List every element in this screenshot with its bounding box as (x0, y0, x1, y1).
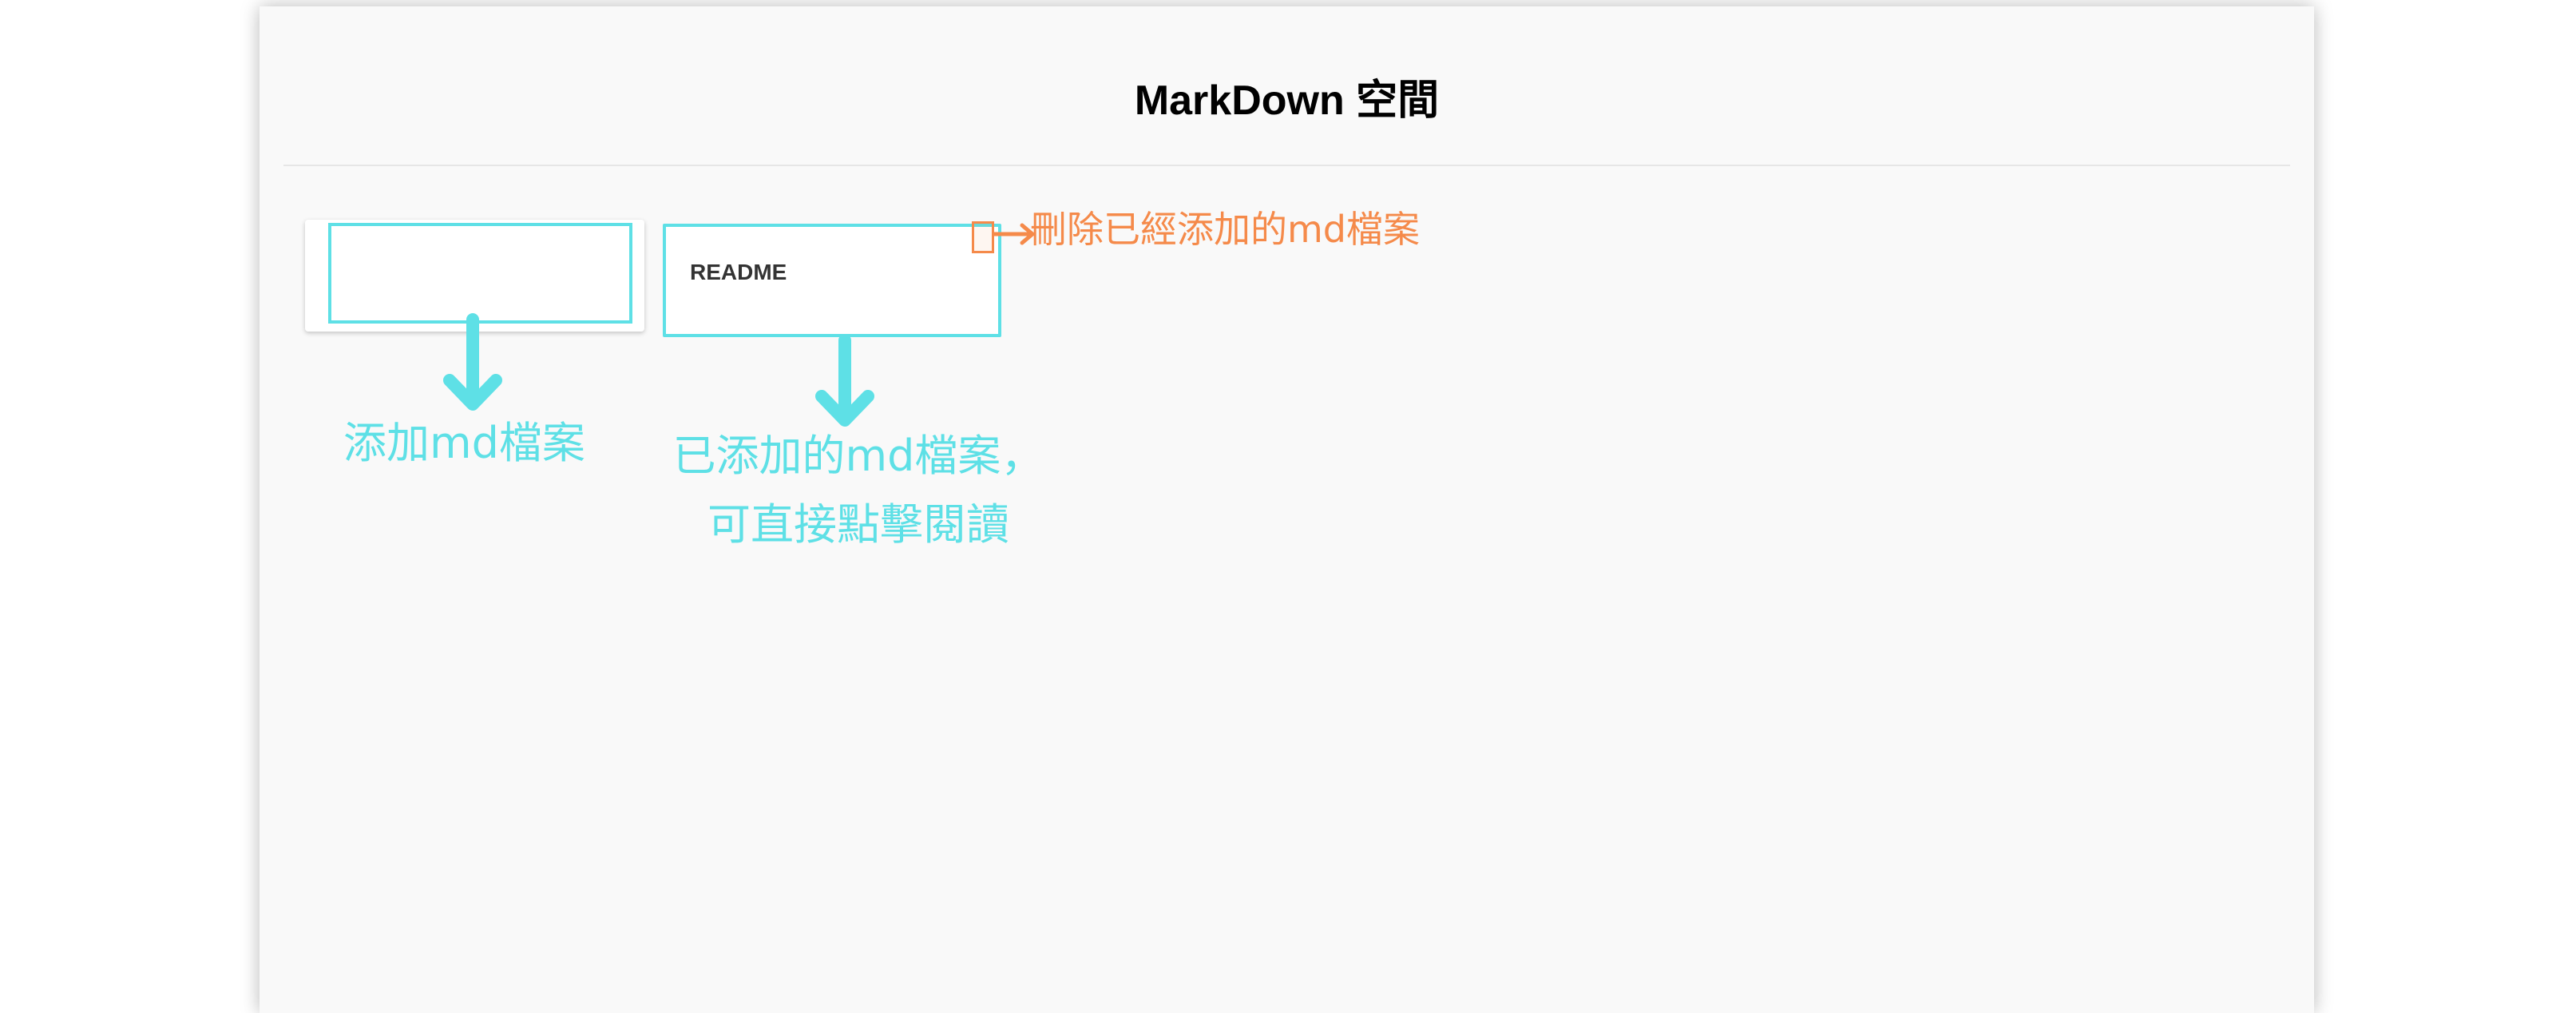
markdown-space-page: MarkDown 空間 README 刪除已經添加的md檔案 添加md檔案 已添… (260, 6, 2314, 1013)
added-hint-annotation: 已添加的md檔案， 可直接點擊閱讀 (663, 422, 1054, 559)
readme-card-title: README (690, 260, 787, 284)
readme-arrow (815, 334, 874, 427)
delete-hint-annotation: 刪除已經添加的md檔案 (1030, 208, 1421, 251)
added-hint-line-2: 可直接點擊閱讀 (707, 499, 1009, 550)
add-card-highlight (328, 223, 632, 324)
added-hint-line-1: 已添加的md檔案， (672, 431, 1044, 481)
add-arrow (443, 313, 502, 411)
readme-file-card[interactable]: README (663, 224, 1001, 337)
trash-icon[interactable] (972, 221, 994, 253)
annotation-arrows (443, 223, 1035, 427)
page-title: MarkDown 空間 (1134, 77, 1440, 124)
add-hint-annotation: 添加md檔案 (343, 418, 585, 468)
header-divider (283, 165, 2290, 166)
